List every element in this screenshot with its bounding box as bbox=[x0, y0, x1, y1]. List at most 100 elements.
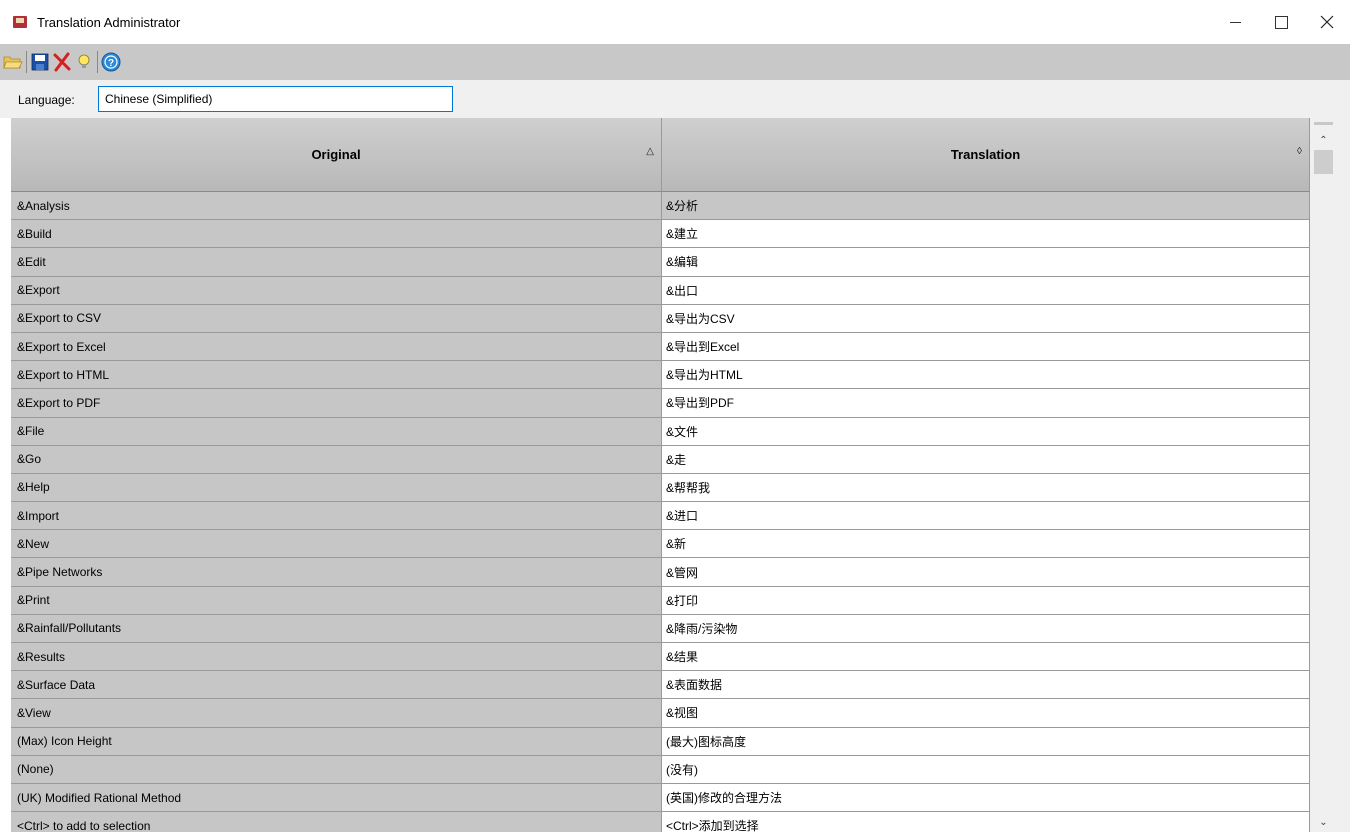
hint-button[interactable] bbox=[73, 49, 95, 75]
translation-cell[interactable]: &编辑 bbox=[662, 248, 1310, 277]
table-row[interactable]: &Export to Excel &导出到Excel bbox=[11, 332, 1310, 362]
toolbar: ? bbox=[0, 44, 1350, 80]
chevron-down-icon: ⌄ bbox=[1319, 816, 1328, 828]
language-field[interactable]: Chinese (Simplified) bbox=[98, 86, 453, 112]
column-header-translation[interactable]: Translation ◊ bbox=[662, 118, 1310, 192]
table-row[interactable]: &Rainfall/Pollutants &降雨/污染物 bbox=[11, 614, 1310, 643]
translation-cell[interactable]: (英国)修改的合理方法 bbox=[662, 783, 1310, 813]
folder-open-icon bbox=[3, 56, 23, 69]
original-cell[interactable]: &Export to CSV bbox=[11, 304, 662, 333]
delete-button[interactable] bbox=[51, 49, 73, 75]
table-row[interactable]: &Results &结果 bbox=[11, 643, 1310, 672]
original-cell[interactable]: (Max) Icon Height bbox=[11, 727, 662, 756]
table-row[interactable]: &File &文件 bbox=[11, 417, 1310, 446]
original-cell[interactable]: &View bbox=[11, 699, 662, 728]
table-row[interactable]: (Max) Icon Height (最大)图标高度 bbox=[11, 727, 1310, 756]
translation-cell[interactable]: &导出到Excel bbox=[662, 332, 1310, 362]
translation-cell[interactable]: &建立 bbox=[662, 220, 1310, 249]
translation-cell[interactable]: &导出为CSV bbox=[662, 304, 1310, 333]
red-x-delete-icon bbox=[53, 52, 71, 72]
maximize-button[interactable] bbox=[1258, 0, 1304, 44]
table-row[interactable]: &Build &建立 bbox=[11, 220, 1310, 249]
translation-cell[interactable]: &结果 bbox=[662, 643, 1310, 672]
translation-cell[interactable]: &分析 bbox=[662, 192, 1310, 221]
window-title: Translation Administrator bbox=[37, 14, 181, 30]
table-row[interactable]: &Edit &编辑 bbox=[11, 248, 1310, 277]
original-cell[interactable]: &Export bbox=[11, 276, 662, 305]
translation-cell[interactable]: (最大)图标高度 bbox=[662, 727, 1310, 756]
close-icon bbox=[1320, 15, 1334, 29]
translation-cell[interactable]: &表面数据 bbox=[662, 671, 1310, 700]
table-row[interactable]: &Export to PDF &导出到PDF bbox=[11, 389, 1310, 418]
original-cell[interactable]: &Go bbox=[11, 445, 662, 474]
original-cell[interactable]: &Print bbox=[11, 586, 662, 615]
vertical-scrollbar[interactable]: ⌃ ⌄ bbox=[1310, 118, 1350, 832]
column-header-original[interactable]: Original △ bbox=[11, 118, 662, 192]
translation-cell[interactable]: &管网 bbox=[662, 558, 1310, 587]
table-row[interactable]: &Import &进口 bbox=[11, 502, 1310, 531]
close-button[interactable] bbox=[1304, 0, 1350, 44]
translation-cell[interactable]: &新 bbox=[662, 530, 1310, 559]
original-cell[interactable]: &Import bbox=[11, 502, 662, 531]
table-row[interactable]: (UK) Modified Rational Method (英国)修改的合理方法 bbox=[11, 783, 1310, 813]
translation-cell[interactable]: (没有) bbox=[662, 755, 1310, 784]
chevron-up-icon: ⌃ bbox=[1319, 134, 1328, 146]
table-row[interactable]: &Go &走 bbox=[11, 445, 1310, 474]
translation-cell[interactable]: <Ctrl>添加到选择 bbox=[662, 812, 1310, 832]
table-row[interactable]: &View &视图 bbox=[11, 699, 1310, 728]
original-cell[interactable]: &Rainfall/Pollutants bbox=[11, 614, 662, 643]
language-label: Language: bbox=[18, 93, 75, 107]
table-row[interactable]: &Help &帮帮我 bbox=[11, 473, 1310, 503]
table-row[interactable]: <Ctrl> to add to selection <Ctrl>添加到选择 bbox=[11, 812, 1310, 832]
original-cell[interactable]: &Build bbox=[11, 220, 662, 249]
sort-ascending-icon: △ bbox=[646, 146, 654, 157]
table-row[interactable]: &New &新 bbox=[11, 530, 1310, 559]
original-cell[interactable]: &Help bbox=[11, 473, 662, 503]
save-button[interactable] bbox=[29, 49, 51, 75]
original-cell[interactable]: &New bbox=[11, 530, 662, 559]
translation-cell[interactable]: &导出为HTML bbox=[662, 361, 1310, 390]
original-cell[interactable]: &Export to Excel bbox=[11, 332, 662, 362]
original-cell[interactable]: <Ctrl> to add to selection bbox=[11, 812, 662, 832]
grid-body: &Analysis &分析 &Build &建立 &Edit &编辑 &Export &出口 &… bbox=[11, 192, 1310, 832]
table-row[interactable]: &Export to HTML &导出为HTML bbox=[11, 361, 1310, 390]
original-cell[interactable]: &Pipe Networks bbox=[11, 558, 662, 587]
minimize-button[interactable] bbox=[1212, 0, 1258, 44]
window-controls bbox=[1212, 0, 1350, 44]
table-row[interactable]: &Analysis &分析 bbox=[11, 192, 1310, 221]
translation-cell[interactable]: &文件 bbox=[662, 417, 1310, 446]
column-header-label: Translation bbox=[950, 147, 1021, 162]
scroll-down-button[interactable]: ⌄ bbox=[1314, 812, 1333, 832]
original-cell[interactable]: &Export to PDF bbox=[11, 389, 662, 418]
translation-cell[interactable]: &导出到PDF bbox=[662, 389, 1310, 418]
open-button[interactable] bbox=[2, 49, 24, 75]
translation-cell[interactable]: &走 bbox=[662, 445, 1310, 474]
translation-cell[interactable]: &出口 bbox=[662, 276, 1310, 305]
translation-cell[interactable]: &降雨/污染物 bbox=[662, 614, 1310, 643]
original-cell[interactable]: &Surface Data bbox=[11, 671, 662, 700]
table-row[interactable]: &Export &出口 bbox=[11, 276, 1310, 305]
original-cell[interactable]: &File bbox=[11, 417, 662, 446]
table-row[interactable]: &Export to CSV &导出为CSV bbox=[11, 304, 1310, 333]
scrollbar-thumb[interactable] bbox=[1314, 150, 1333, 174]
scroll-up-button[interactable]: ⌃ bbox=[1314, 130, 1333, 150]
translation-cell[interactable]: &视图 bbox=[662, 699, 1310, 728]
table-row[interactable]: &Print &打印 bbox=[11, 586, 1310, 615]
original-cell[interactable]: &Results bbox=[11, 643, 662, 672]
original-cell[interactable]: &Analysis bbox=[11, 192, 662, 221]
table-row[interactable]: (None) (没有) bbox=[11, 755, 1310, 784]
original-cell[interactable]: &Edit bbox=[11, 248, 662, 277]
help-button[interactable]: ? bbox=[100, 49, 122, 75]
floppy-save-icon bbox=[31, 53, 49, 71]
original-cell[interactable]: (UK) Modified Rational Method bbox=[11, 783, 662, 813]
grid-header: Original △ Translation ◊ bbox=[11, 118, 1310, 192]
language-row: Language: Chinese (Simplified) bbox=[0, 80, 1350, 118]
table-row[interactable]: &Pipe Networks &管网 bbox=[11, 558, 1310, 587]
translation-cell[interactable]: &打印 bbox=[662, 586, 1310, 615]
translation-cell[interactable]: &帮帮我 bbox=[662, 473, 1310, 503]
original-cell[interactable]: &Export to HTML bbox=[11, 361, 662, 390]
original-cell[interactable]: (None) bbox=[11, 755, 662, 784]
translation-cell[interactable]: &进口 bbox=[662, 502, 1310, 531]
table-row[interactable]: &Surface Data &表面数据 bbox=[11, 671, 1310, 700]
title-bar: Translation Administrator bbox=[0, 0, 1350, 44]
